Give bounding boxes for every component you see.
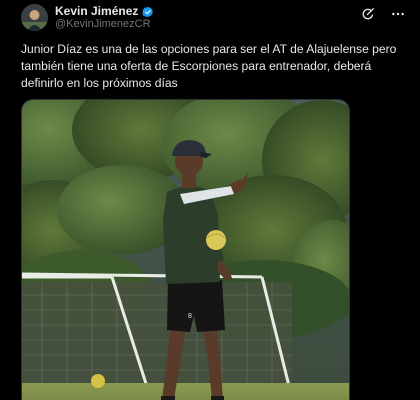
avatar[interactable] xyxy=(21,4,48,31)
handle[interactable]: @KevinJimenezCR xyxy=(55,18,151,30)
name-row: Kevin Jiménez xyxy=(55,4,154,18)
tweet-header: Kevin Jiménez @KevinJimenezCR xyxy=(0,0,420,38)
grok-icon[interactable] xyxy=(360,6,376,22)
tweet-photo[interactable]: 8 xyxy=(21,99,350,400)
tweet-text-line: definirlo en los próximos días xyxy=(21,76,178,90)
display-name[interactable]: Kevin Jiménez xyxy=(55,4,138,18)
tweet-text: Junior Díaz es una de las opciones para … xyxy=(21,41,401,92)
verified-badge-icon xyxy=(142,5,154,18)
tweet: Kevin Jiménez @KevinJimenezCR Junior Día… xyxy=(0,0,420,400)
header-actions xyxy=(360,6,406,22)
tweet-text-line: también tiene una oferta de Escorpiones … xyxy=(21,59,372,73)
more-icon[interactable] xyxy=(390,6,406,22)
tweet-text-line: Junior Díaz es una de las opciones para … xyxy=(21,42,397,56)
shorts-logo: 8 xyxy=(188,313,192,320)
